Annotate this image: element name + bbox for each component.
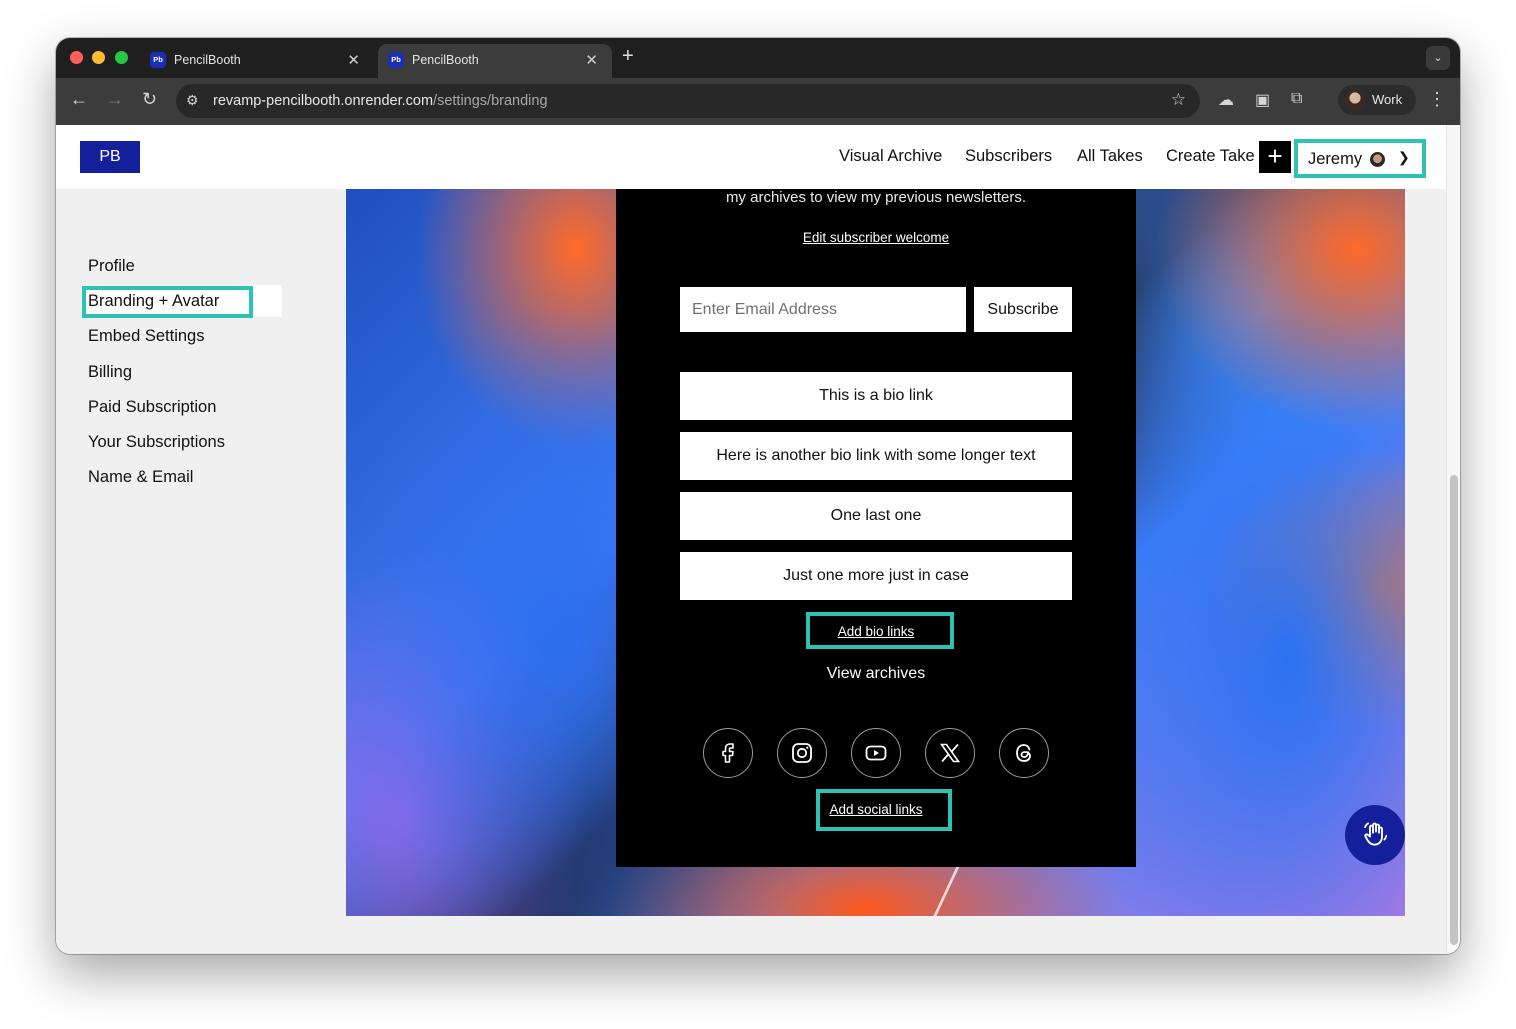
tab-strip: Pb PencilBooth ✕ Pb PencilBooth ✕ + ⌄ xyxy=(56,38,1460,78)
tab-title: PencilBooth xyxy=(412,53,479,67)
user-name: Jeremy xyxy=(1308,150,1363,168)
nav-subscribers[interactable]: Subscribers xyxy=(965,147,1052,166)
profile-name: Work xyxy=(1372,92,1403,107)
url-text[interactable]: revamp-pencilbooth.onrender.com/settings… xyxy=(213,93,548,109)
sidebar-item-profile[interactable]: Profile xyxy=(88,257,135,276)
youtube-icon[interactable] xyxy=(851,728,901,778)
chevron-down-icon: ❯ xyxy=(1398,149,1410,165)
page-viewport: PB Visual Archive Subscribers All Takes … xyxy=(56,125,1446,954)
site-info-icon[interactable]: ⚙ xyxy=(186,92,199,109)
scrollbar-thumb[interactable] xyxy=(1450,475,1458,945)
browser-window: Pb PencilBooth ✕ Pb PencilBooth ✕ + ⌄ ← … xyxy=(56,38,1460,954)
subscribe-page-preview: my archives to view my previous newslett… xyxy=(616,189,1136,867)
sidebar-item-embed-settings[interactable]: Embed Settings xyxy=(88,327,204,346)
browser-profile-button[interactable]: Work xyxy=(1338,85,1416,115)
close-tab-icon[interactable]: ✕ xyxy=(585,51,598,69)
tab-title: PencilBooth xyxy=(174,53,241,67)
screen-extension-icon[interactable]: ▣ xyxy=(1255,90,1270,110)
bio-link-button[interactable]: One last one xyxy=(680,492,1072,540)
minimize-window-button[interactable] xyxy=(92,51,105,64)
forward-arrow-icon[interactable]: → xyxy=(106,89,124,110)
site-header: PB Visual Archive Subscribers All Takes … xyxy=(56,125,1446,189)
sidebar-item-your-subscriptions[interactable]: Your Subscriptions xyxy=(88,433,225,452)
sidebar-item-name-email[interactable]: Name & Email xyxy=(88,468,193,487)
browser-menu-icon[interactable]: ⋮ xyxy=(1428,89,1446,110)
cloud-extension-icon[interactable]: ☁ xyxy=(1218,90,1234,110)
pencilbooth-favicon-icon: Pb xyxy=(150,52,166,68)
sidebar-highlight-box xyxy=(82,286,253,318)
bio-link-button[interactable]: Just one more just in case xyxy=(680,552,1072,600)
extensions-puzzle-icon[interactable]: ⧉ xyxy=(1291,90,1302,108)
browser-toolbar: ← → ↻ ⚙ revamp-pencilbooth.onrender.com/… xyxy=(56,78,1460,125)
subscribe-button[interactable]: Subscribe xyxy=(974,287,1072,332)
new-tab-button[interactable]: + xyxy=(622,45,634,68)
browser-tab-2[interactable]: Pb PencilBooth ✕ xyxy=(378,44,612,78)
nav-create-take[interactable]: Create Take xyxy=(1166,147,1255,166)
site-logo[interactable]: PB xyxy=(80,141,140,173)
address-bar[interactable]: ⚙ revamp-pencilbooth.onrender.com/settin… xyxy=(176,84,1200,118)
page-scrollbar[interactable] xyxy=(1446,125,1460,954)
email-input[interactable] xyxy=(680,287,966,332)
welcome-text: my archives to view my previous newslett… xyxy=(725,189,1027,206)
add-social-links-link[interactable]: Add social links xyxy=(616,802,1136,817)
pencilbooth-favicon-icon: Pb xyxy=(388,52,404,68)
profile-avatar xyxy=(1345,90,1365,110)
user-avatar xyxy=(1370,152,1385,167)
bio-link-button[interactable]: This is a bio link xyxy=(680,372,1072,420)
close-window-button[interactable] xyxy=(70,51,83,64)
instagram-icon[interactable] xyxy=(777,728,827,778)
maximize-window-button[interactable] xyxy=(115,51,128,64)
sidebar-item-paid-subscription[interactable]: Paid Subscription xyxy=(88,398,216,417)
sidebar-item-billing[interactable]: Billing xyxy=(88,363,132,382)
nav-visual-archive[interactable]: Visual Archive xyxy=(839,147,942,166)
add-bio-links-link[interactable]: Add bio links xyxy=(616,624,1136,639)
user-menu-button[interactable]: Jeremy ❯ xyxy=(1294,139,1426,178)
close-tab-icon[interactable]: ✕ xyxy=(347,51,360,69)
nav-all-takes[interactable]: All Takes xyxy=(1077,147,1143,166)
view-archives-link[interactable]: View archives xyxy=(616,665,1136,683)
help-wave-button[interactable] xyxy=(1345,805,1405,865)
tab-search-chevron-icon[interactable]: ⌄ xyxy=(1426,46,1450,70)
x-icon[interactable] xyxy=(925,728,975,778)
threads-icon[interactable] xyxy=(999,728,1049,778)
bio-link-button[interactable]: Here is another bio link with some longe… xyxy=(680,432,1072,480)
edit-subscriber-welcome-link[interactable]: Edit subscriber welcome xyxy=(616,230,1136,245)
bookmark-star-icon[interactable]: ☆ xyxy=(1171,90,1186,110)
waving-hand-icon xyxy=(1364,822,1388,846)
back-arrow-icon[interactable]: ← xyxy=(70,89,88,110)
browser-tab-1[interactable]: Pb PencilBooth ✕ xyxy=(140,44,374,78)
reload-icon[interactable]: ↻ xyxy=(142,89,157,110)
create-take-plus-button[interactable]: + xyxy=(1259,141,1291,173)
facebook-icon[interactable] xyxy=(703,728,753,778)
